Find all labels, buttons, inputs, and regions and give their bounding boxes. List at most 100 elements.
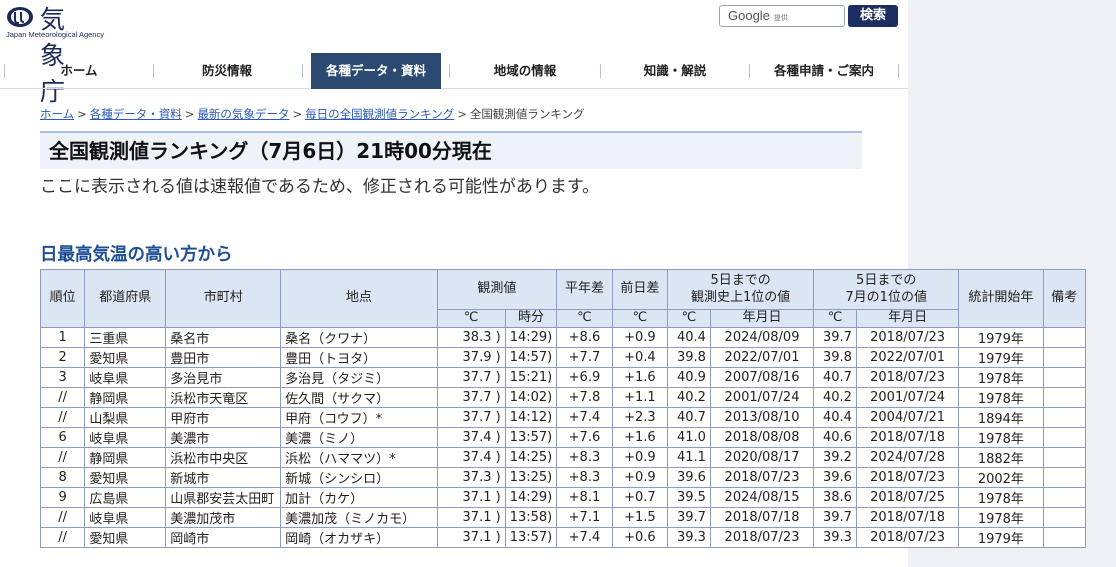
normal-diff-cell: +7.1 (556, 507, 613, 528)
all-time-record-date-cell: 2007/08/16 (709, 367, 815, 388)
july-record-value-cell: 40.7 (813, 367, 857, 388)
table-row: 3 岐阜県 多治見市 多治見（タジミ） 37.7 ) 15:21) +6.9 +1.6 40.9… (39, 367, 1087, 388)
july-record-value-cell: 40.6 (813, 427, 857, 448)
logo-subtitle: Japan Meteorological Agency (6, 30, 104, 39)
all-time-record-value-cell: 40.2 (667, 387, 711, 408)
stats-start-cell: 1978年 (958, 367, 1044, 388)
stats-start-cell: 1978年 (958, 427, 1044, 448)
prev-diff-cell: +1.5 (611, 507, 669, 528)
all-time-record-value-cell: 39.3 (667, 527, 711, 548)
july-record-date-cell: 2004/07/21 (855, 407, 960, 428)
rank-cell: 2 (39, 347, 86, 368)
observed-temp-cell: 37.7 ) (436, 387, 506, 408)
search-button[interactable]: 検索 (848, 5, 898, 27)
normal-diff-cell: +7.8 (556, 387, 613, 408)
city-cell: 浜松市天竜区 (165, 387, 282, 408)
normal-diff-cell: +6.9 (556, 367, 613, 388)
page-title-box: 全国観測値ランキング（7月6日）21時00分現在 (40, 131, 862, 169)
station-cell: 美濃加茂（ミノカモ） (280, 507, 438, 528)
rank-cell: // (39, 407, 86, 428)
city-cell: 美濃加茂市 (165, 507, 282, 528)
header-station: 地点 (280, 269, 438, 328)
table-row: //静岡県 浜松市中央区 浜松（ハママツ）* 37.4 ) 14:25) +8.3 +0.9… (39, 447, 1087, 468)
header-observed: 観測値 (436, 269, 558, 310)
july-record-value-cell: 40.2 (813, 387, 857, 408)
july-record-date-cell: 2022/07/01 (855, 347, 960, 368)
prev-diff-cell: +0.7 (611, 487, 669, 508)
rank-cell: 9 (39, 487, 86, 508)
search-input[interactable]: Google 提供 (719, 5, 845, 27)
notice-text: ここに表示される値は速報値であるため、修正される可能性があります。 (40, 177, 600, 197)
remarks-cell (1042, 507, 1087, 528)
nav-knowledge[interactable]: 知識・解説 (601, 53, 749, 89)
nav-applications[interactable]: 各種申請・ご案内 (750, 53, 898, 89)
prefecture-cell: 広島県 (84, 487, 167, 508)
ranking-table-body: 1 三重県 桑名市 桑名（クワナ） 38.3 ) 14:29) +8.6 +0.9 40.4 20… (39, 327, 1087, 548)
station-cell: 佐久間（サクマ） (280, 387, 438, 408)
station-cell: 新城（シンシロ） (280, 467, 438, 488)
remarks-cell (1042, 327, 1087, 348)
stats-start-cell: 1882年 (958, 447, 1044, 468)
prev-diff-cell: +0.9 (611, 327, 669, 348)
search-placeholder: Google 提供 (728, 8, 788, 23)
all-time-record-value-cell: 39.5 (667, 487, 711, 508)
observed-time-cell: 14:57) (504, 347, 558, 368)
station-cell: 豊田（トヨタ） (280, 347, 438, 368)
header-july-record: 5日までの 7月の1位の値 (813, 269, 960, 310)
nav-home[interactable]: ホーム (6, 53, 152, 89)
all-time-record-value-cell: 40.9 (667, 367, 711, 388)
remarks-cell (1042, 347, 1087, 368)
table-row: //愛知県 岡崎市 岡崎（オカザキ） 37.1 ) 13:57) +7.4 +0.6 39.3… (39, 527, 1087, 548)
jma-logo-icon (7, 7, 33, 27)
all-time-record-value-cell: 40.7 (667, 407, 711, 428)
nav-regional-info[interactable]: 地域の情報 (450, 53, 600, 89)
prev-diff-cell: +1.6 (611, 367, 669, 388)
rank-cell: // (39, 507, 86, 528)
all-time-record-date-cell: 2024/08/09 (709, 327, 815, 348)
all-time-record-date-cell: 2018/07/18 (709, 507, 815, 528)
remarks-cell (1042, 407, 1087, 428)
july-record-date-cell: 2018/07/23 (855, 327, 960, 348)
july-record-date-cell: 2018/07/23 (855, 367, 960, 388)
station-cell: 美濃（ミノ） (280, 427, 438, 448)
all-time-record-value-cell: 39.6 (667, 467, 711, 488)
all-time-record-date-cell: 2020/08/17 (709, 447, 815, 468)
breadcrumb-home[interactable]: ホーム (40, 107, 74, 121)
stats-start-cell: 1894年 (958, 407, 1044, 428)
city-cell: 甲府市 (165, 407, 282, 428)
breadcrumb-data[interactable]: 各種データ・資料 (90, 107, 182, 121)
rank-cell: 8 (39, 467, 86, 488)
rank-cell: 3 (39, 367, 86, 388)
prev-diff-cell: +0.9 (611, 467, 669, 488)
table-row: 2 愛知県 豊田市 豊田（トヨタ） 37.9 ) 14:57) +7.7 +0.4 39.8 20… (39, 347, 1087, 368)
stats-start-cell: 1978年 (958, 487, 1044, 508)
normal-diff-cell: +7.7 (556, 347, 613, 368)
city-cell: 新城市 (165, 467, 282, 488)
prefecture-cell: 岐阜県 (84, 507, 167, 528)
prefecture-cell: 愛知県 (84, 467, 167, 488)
prefecture-cell: 愛知県 (84, 527, 167, 548)
observed-time-cell: 13:25) (504, 467, 558, 488)
city-cell: 美濃市 (165, 427, 282, 448)
nav-data-materials[interactable]: 各種データ・資料 (311, 53, 441, 89)
july-record-value-cell: 39.2 (813, 447, 857, 468)
header-remarks: 備考 (1042, 269, 1087, 328)
july-record-date-cell: 2024/07/28 (855, 447, 960, 468)
city-cell: 浜松市中央区 (165, 447, 282, 468)
breadcrumb-daily-ranking[interactable]: 毎日の全国観測値ランキング (305, 107, 454, 121)
nav-disaster-info[interactable]: 防災情報 (154, 53, 300, 89)
header-prev-diff: 前日差 (611, 269, 669, 310)
breadcrumb-latest-weather[interactable]: 最新の気象データ (197, 107, 289, 121)
observed-temp-cell: 37.4 ) (436, 447, 506, 468)
table-row: 9 広島県 山県郡安芸太田町 加計（カケ） 37.1 ) 14:29) +8.1 +0.7 39… (39, 487, 1087, 508)
observed-time-cell: 15:21) (504, 367, 558, 388)
station-cell: 桑名（クワナ） (280, 327, 438, 348)
july-record-value-cell: 39.8 (813, 347, 857, 368)
july-record-value-cell: 39.3 (813, 527, 857, 548)
observed-temp-cell: 37.7 ) (436, 407, 506, 428)
table-row: 6 岐阜県 美濃市 美濃（ミノ） 37.4 ) 13:57) +7.6 +1.6 41.0 201… (39, 427, 1087, 448)
table-row: //静岡県 浜松市天竜区 佐久間（サクマ） 37.7 ) 14:02) +7.8 +1.1 4… (39, 387, 1087, 408)
header-unit-date: 年月日 (709, 309, 815, 328)
city-cell: 豊田市 (165, 347, 282, 368)
all-time-record-date-cell: 2024/08/15 (709, 487, 815, 508)
